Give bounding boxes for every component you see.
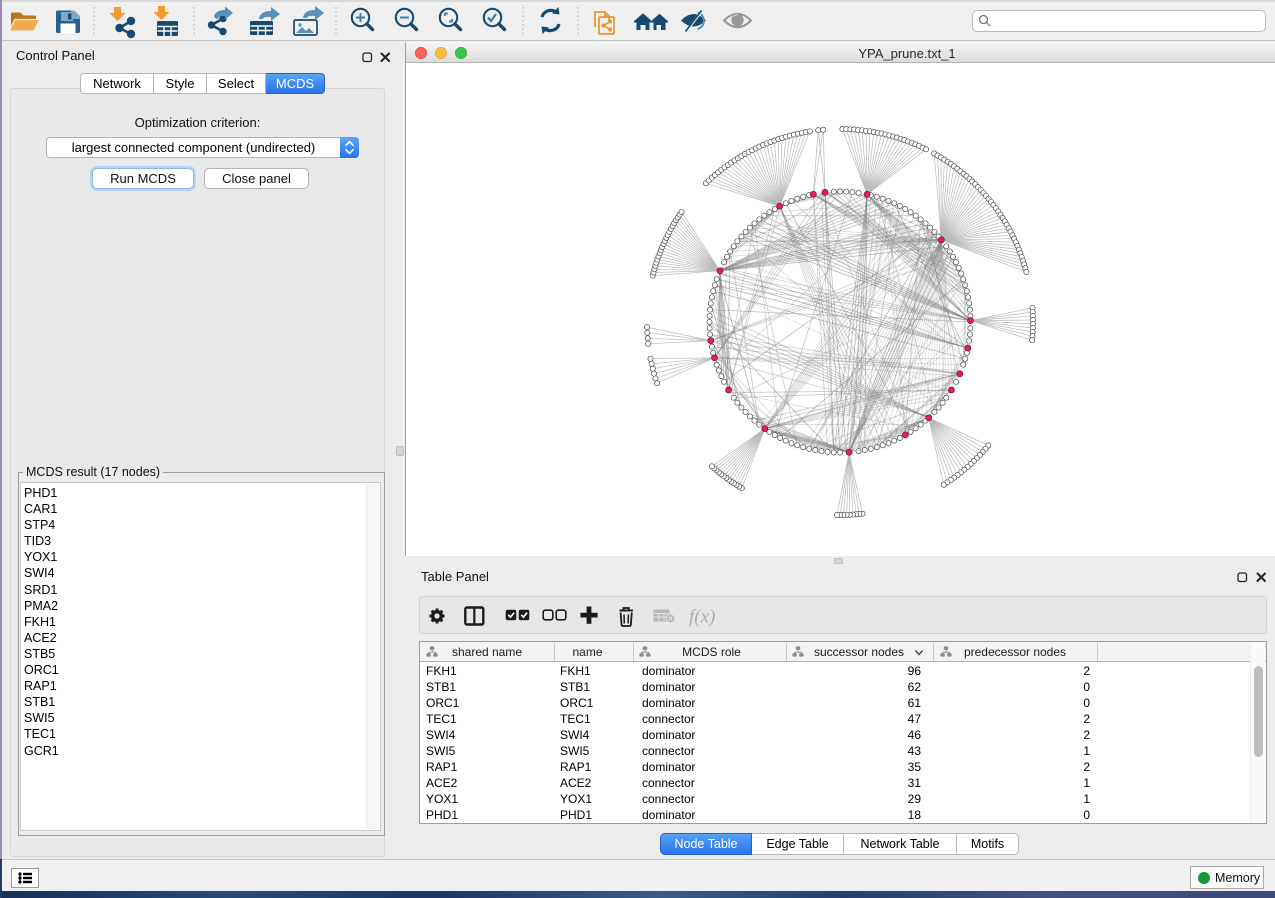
svg-text:f(x): f(x): [689, 607, 715, 628]
